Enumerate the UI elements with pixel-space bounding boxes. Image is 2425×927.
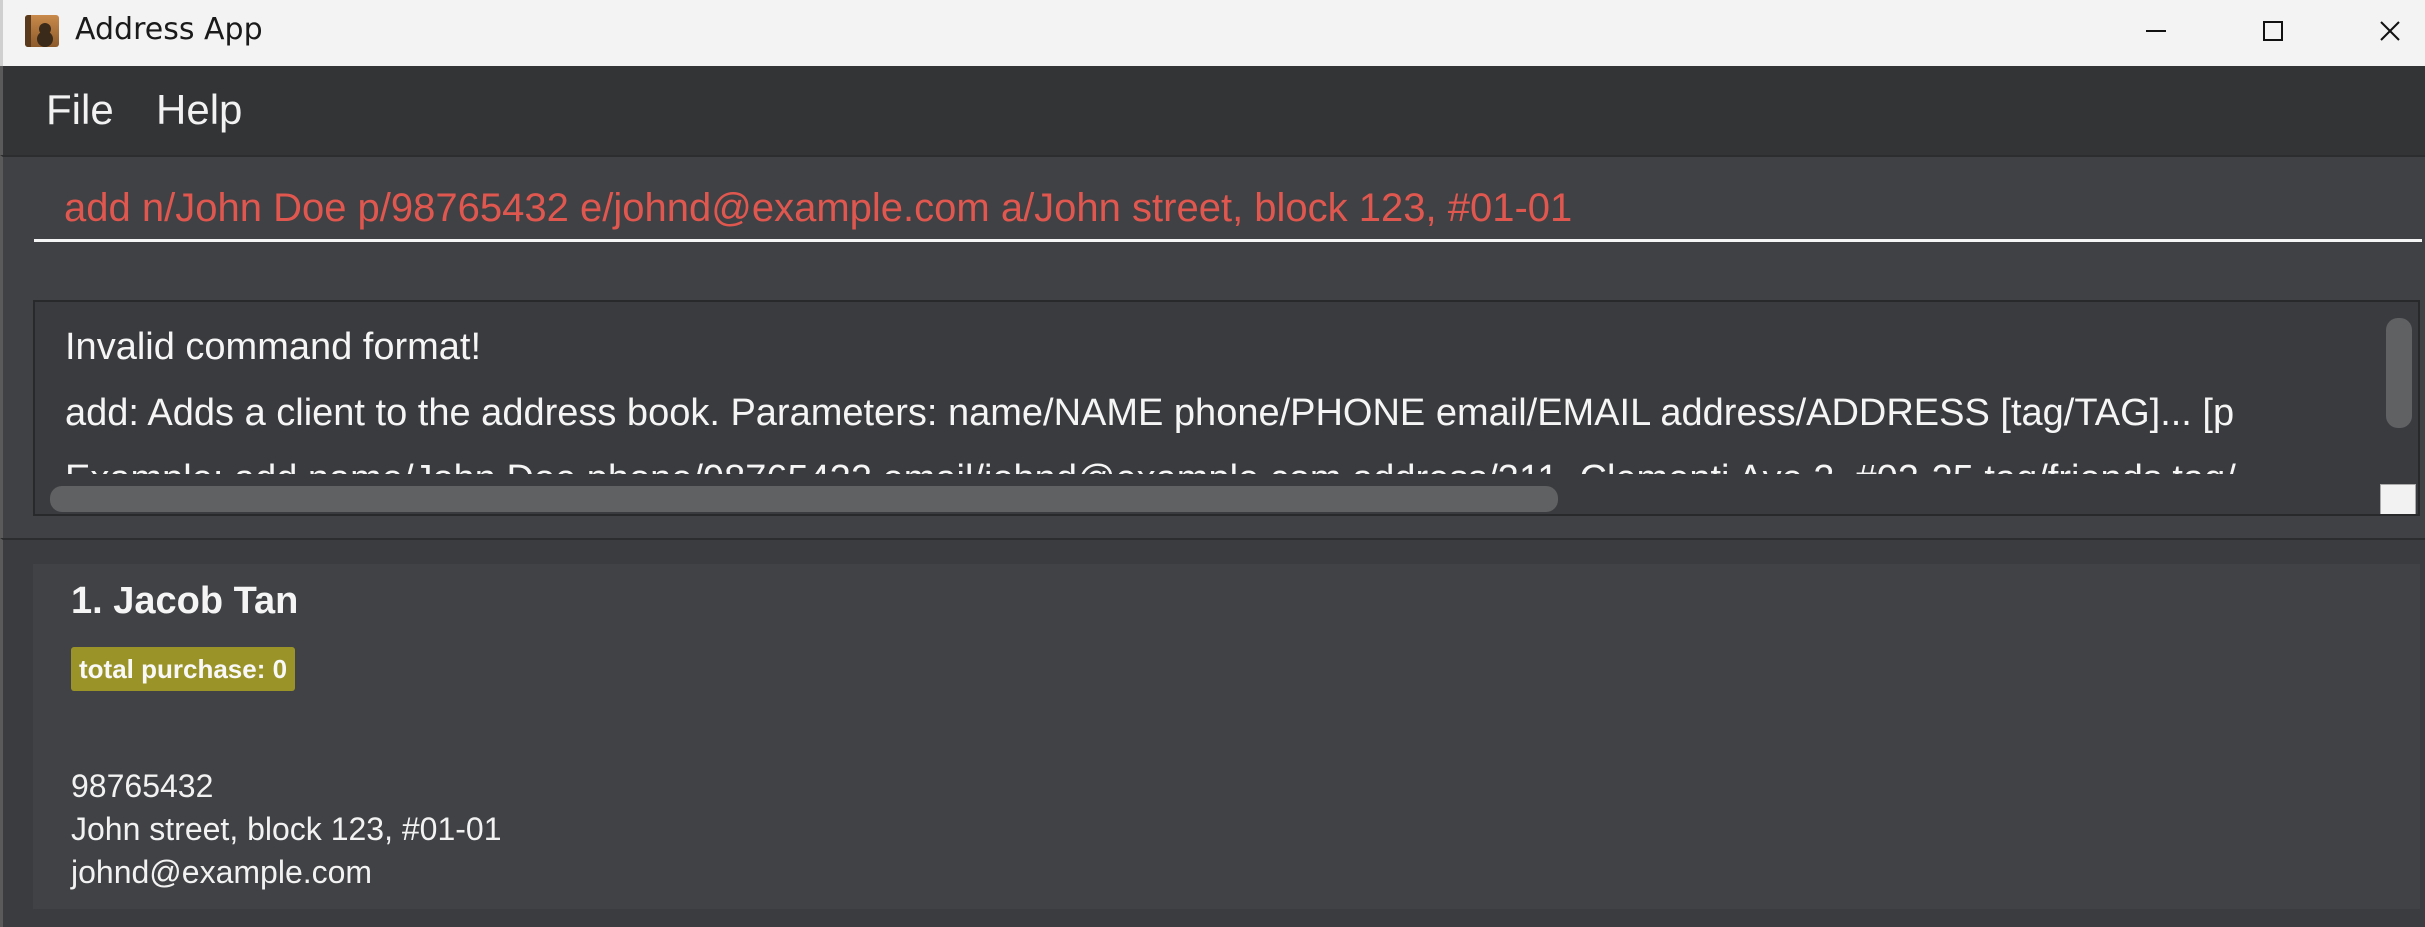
menu-bar: File Help — [0, 66, 2425, 155]
result-display-panel: Invalid command format! add: Adds a clie… — [0, 286, 2425, 538]
title-bar: Address App — [0, 0, 2425, 66]
person-name: 1. Jacob Tan — [71, 580, 299, 622]
total-purchase-tag: total purchase: 0 — [71, 647, 296, 691]
person-address: John street, block 123, #01-01 — [71, 811, 502, 847]
close-icon — [2380, 21, 2400, 41]
address-book-icon — [25, 15, 59, 47]
maximize-icon — [2263, 21, 2283, 41]
window-title: Address App — [75, 12, 263, 47]
vertical-scroll-thumb[interactable] — [2386, 318, 2412, 428]
minimize-button[interactable] — [2101, 0, 2211, 62]
result-text: Invalid command format! add: Adds a clie… — [65, 314, 2375, 474]
result-line: add: Adds a client to the address book. … — [65, 392, 2235, 434]
address-app-window: Address App File Help Invalid command — [0, 0, 2425, 927]
menu-file[interactable]: File — [46, 86, 114, 134]
horizontal-scroll-thumb[interactable] — [50, 486, 1558, 512]
command-box — [0, 155, 2425, 286]
person-phone: 98765432 — [71, 768, 214, 804]
minimize-icon — [2146, 30, 2166, 32]
result-line: Invalid command format! — [65, 326, 482, 368]
menu-help[interactable]: Help — [156, 86, 242, 134]
result-display[interactable]: Invalid command format! add: Adds a clie… — [33, 300, 2420, 516]
person-card[interactable]: 1. Jacob Tan total purchase: 0 98765432 … — [33, 564, 2420, 909]
person-email: johnd@example.com — [71, 854, 373, 890]
command-input[interactable] — [34, 177, 2422, 242]
person-list[interactable]: 1. Jacob Tan total purchase: 0 98765432 … — [0, 538, 2425, 927]
scroll-corner — [2380, 484, 2416, 514]
close-button[interactable] — [2335, 0, 2425, 62]
vertical-scrollbar[interactable] — [2386, 318, 2412, 428]
maximize-button[interactable] — [2218, 0, 2328, 62]
result-line: Example: add name/John Doe phone/9876543… — [65, 446, 2375, 474]
